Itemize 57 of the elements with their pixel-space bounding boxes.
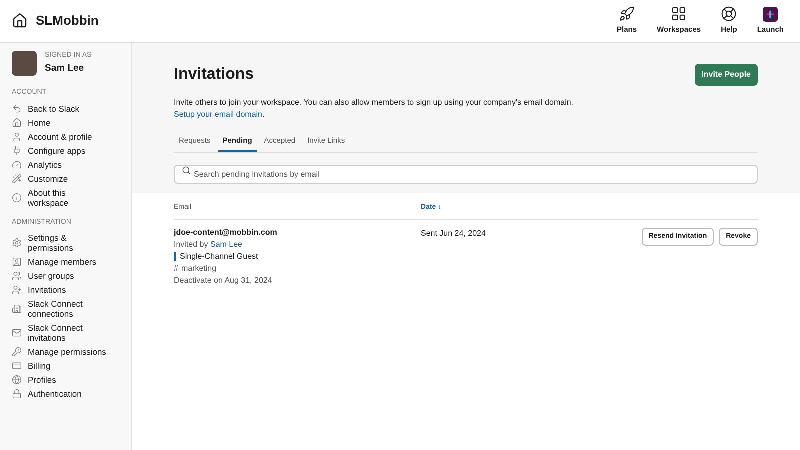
settings-icon bbox=[12, 238, 22, 248]
sidebar-item[interactable]: About this workspace bbox=[12, 186, 119, 210]
sidebar-item[interactable]: Back to Slack bbox=[12, 102, 119, 116]
sidebar-item[interactable]: Manage permissions bbox=[12, 345, 119, 359]
date-text: Sent Jun 24, 2024 bbox=[421, 228, 487, 240]
gauge-icon bbox=[12, 160, 22, 170]
sidebar-item[interactable]: Profiles bbox=[12, 373, 119, 387]
plug-icon bbox=[12, 146, 22, 156]
app-logo-icon bbox=[763, 6, 778, 22]
sidebar-item[interactable]: Slack Connect invitations bbox=[12, 321, 119, 345]
back-arrow-icon bbox=[12, 104, 22, 114]
deactivate-text: Deactivate on Aug 31, 2024 bbox=[174, 276, 274, 285]
user-icon bbox=[12, 132, 22, 142]
page-title: Invitations bbox=[174, 65, 254, 85]
envelope-icon bbox=[12, 328, 22, 338]
id-badge-icon bbox=[12, 257, 22, 267]
search-icon bbox=[182, 166, 191, 176]
sidebar-item[interactable]: Home bbox=[12, 116, 119, 130]
sidebar-item[interactable]: Account & profile bbox=[12, 130, 119, 144]
house-logo-icon bbox=[12, 13, 28, 29]
sidebar-item[interactable]: Settings & permissions bbox=[12, 231, 119, 255]
sidebar-item[interactable]: Analytics bbox=[12, 158, 119, 172]
email-text: jdoe-content@mobbin.com bbox=[174, 228, 278, 237]
sidebar-item[interactable]: User groups bbox=[12, 269, 119, 283]
invited-by-label: Invited by bbox=[174, 240, 208, 249]
sidebar-item[interactable]: Configure apps bbox=[12, 144, 119, 158]
users-icon bbox=[12, 271, 22, 281]
rocket-icon bbox=[618, 6, 635, 22]
role-text: Single-Channel Guest bbox=[180, 252, 258, 261]
info-icon bbox=[12, 192, 22, 202]
search-field[interactable]: Search pending invitations by email bbox=[174, 165, 758, 184]
sidebar-item[interactable]: Slack Connect connections bbox=[12, 297, 119, 321]
sidebar-item[interactable]: Authentication bbox=[12, 387, 119, 401]
avatar-placeholder bbox=[12, 51, 37, 76]
sidebar-item[interactable]: Invitations bbox=[12, 283, 119, 297]
description-text: Invite others to join your workspace. You can also allow members to sign up using your company's email domain. bbox=[174, 97, 575, 109]
grid-icon bbox=[671, 6, 688, 22]
sidebar-item[interactable]: Customize bbox=[12, 172, 119, 186]
hash-mark: # bbox=[174, 264, 178, 273]
building-icon bbox=[12, 304, 22, 314]
sidebar-item[interactable]: Manage members bbox=[12, 255, 119, 269]
channel-name: marketing bbox=[181, 264, 217, 273]
home-icon bbox=[12, 118, 22, 128]
inviter-link[interactable]: Sam Lee bbox=[210, 240, 243, 249]
user-plus-icon bbox=[12, 285, 22, 295]
setup-domain-link[interactable]: Setup your email domain bbox=[174, 110, 262, 119]
lock-icon bbox=[12, 389, 22, 399]
wand-icon bbox=[12, 174, 22, 184]
credit-card-icon bbox=[12, 361, 22, 371]
workspace-name: SLMobbin bbox=[36, 12, 99, 30]
globe-icon bbox=[12, 375, 22, 385]
user-name: Sam Lee bbox=[45, 62, 86, 76]
help-icon bbox=[721, 6, 738, 22]
sidebar-item[interactable]: Billing bbox=[12, 359, 119, 373]
key-icon bbox=[12, 347, 22, 357]
link-period: . bbox=[262, 110, 265, 119]
invite-people-button[interactable]: Invite People bbox=[694, 64, 758, 86]
